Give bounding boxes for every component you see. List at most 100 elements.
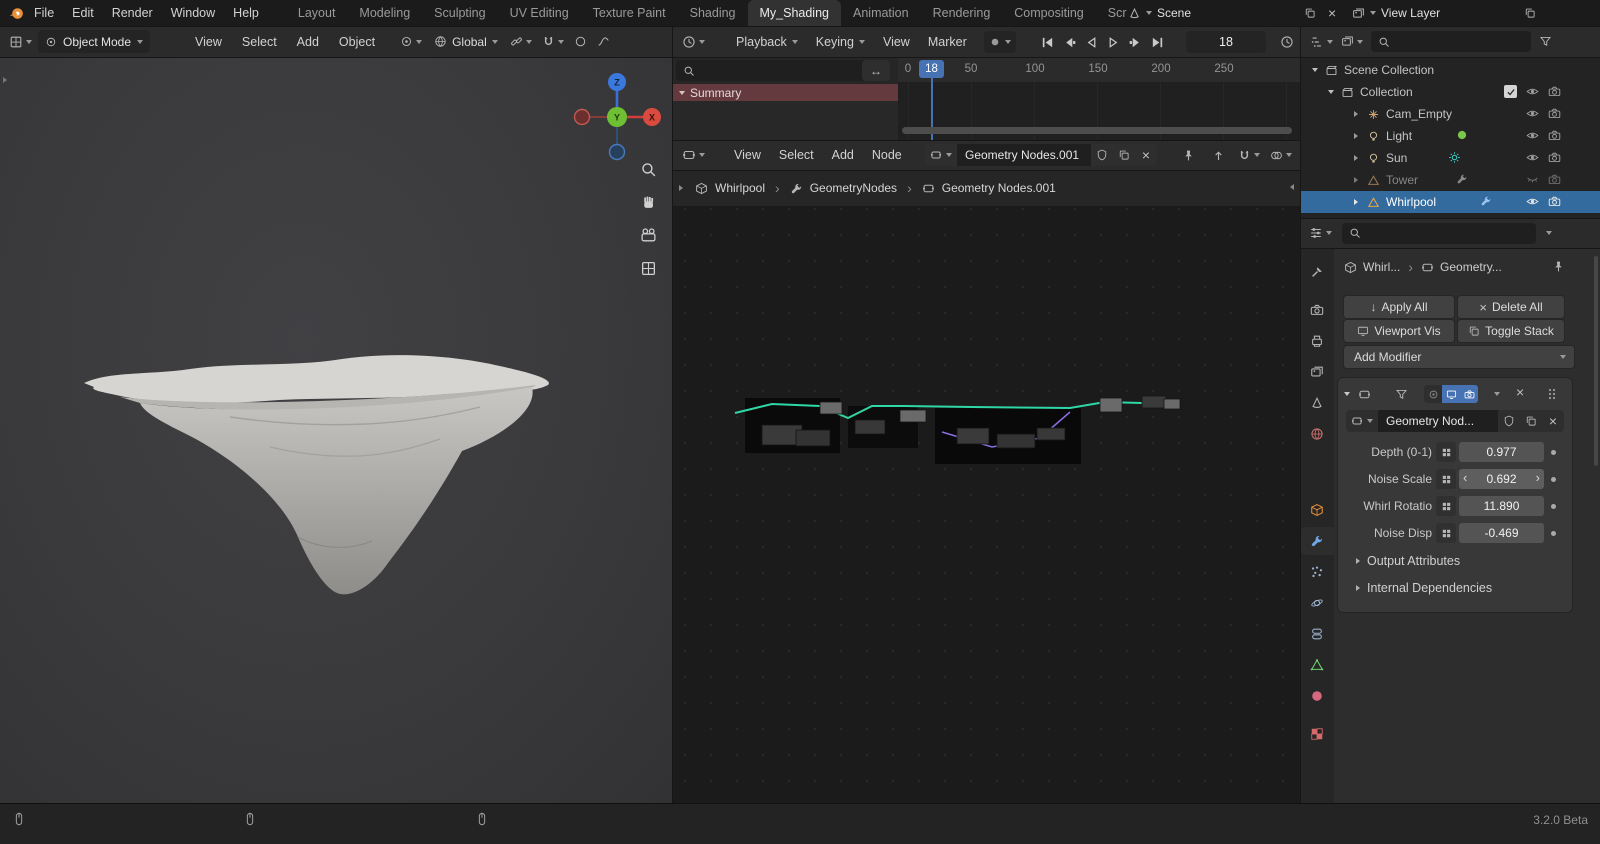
node-menu-add[interactable]: Add (823, 140, 863, 170)
orientation-dropdown[interactable]: Global (434, 35, 498, 49)
viewport-zoom-button[interactable] (640, 161, 657, 181)
viewport-ortho-button[interactable] (640, 260, 657, 280)
outliner-display-mode-button[interactable] (1337, 31, 1367, 53)
viewport-menu-add[interactable]: Add (288, 26, 328, 57)
attribute-toggle-button[interactable] (1436, 523, 1456, 543)
fake-user-button[interactable] (1091, 144, 1113, 166)
increment-arrow-icon[interactable]: › (1536, 470, 1540, 485)
panel-expand-icon[interactable] (1344, 392, 1350, 396)
jump-to-end-button[interactable] (1150, 35, 1165, 50)
noise-disp-value-slider[interactable]: -0.469 (1459, 523, 1544, 543)
pin-node-tree-button[interactable] (1178, 144, 1199, 166)
edit-mode-toggle[interactable] (1424, 385, 1442, 403)
realtime-toggle[interactable] (1442, 385, 1460, 403)
outliner-editor-type-button[interactable] (1306, 31, 1337, 53)
proportional-edit-button[interactable] (570, 31, 591, 53)
tab-tool[interactable] (1300, 258, 1334, 286)
mode-dropdown[interactable]: Object Mode (38, 30, 151, 53)
timeline-menu-playback[interactable]: Playback (727, 26, 807, 57)
tab-animation[interactable]: Animation (841, 0, 921, 26)
delete-all-button[interactable]: × Delete All (1458, 296, 1564, 318)
outliner-row-whirlpool[interactable]: Whirlpool (1300, 191, 1600, 213)
transform-pivot-button[interactable] (396, 31, 426, 53)
outliner-row-cam-empty[interactable]: Cam_Empty (1300, 103, 1600, 125)
noise-scale-value-slider[interactable]: ‹ 0.692 › (1459, 469, 1544, 489)
tab-output[interactable] (1300, 327, 1334, 355)
node-group-name-field[interactable]: Geometry Nod... (1378, 410, 1498, 432)
properties-options-icon[interactable] (1546, 231, 1552, 235)
attribute-toggle-button[interactable] (1436, 496, 1456, 516)
timeline-search-field[interactable] (676, 60, 872, 81)
timeline-ruler[interactable]: 0 50 100 150 200 250 18 (898, 57, 1300, 82)
jump-to-start-button[interactable] (1040, 35, 1055, 50)
view-layer-selector[interactable]: View Layer (1352, 2, 1440, 24)
blender-logo-icon[interactable] (8, 5, 25, 22)
properties-editor-type-button[interactable] (1305, 222, 1336, 244)
axis-gizmo[interactable]: Z X Y (560, 65, 670, 175)
menu-render[interactable]: Render (103, 0, 162, 26)
tab-compositing[interactable]: Compositing (1002, 0, 1095, 26)
node-tree-browse-button[interactable] (925, 144, 957, 166)
new-view-layer-button[interactable] (1520, 2, 1540, 24)
outliner-search-field[interactable] (1371, 31, 1531, 52)
tab-material[interactable] (1300, 682, 1334, 710)
pin-icon[interactable] (1552, 260, 1565, 273)
menu-window[interactable]: Window (162, 0, 224, 26)
outliner-filter-button[interactable] (1535, 31, 1556, 53)
viewport-pan-button[interactable] (640, 194, 657, 214)
outliner-row-scene-collection[interactable]: Scene Collection (1300, 59, 1600, 81)
animate-dot[interactable] (1551, 503, 1556, 509)
animate-dot[interactable] (1551, 530, 1556, 536)
node-canvas[interactable]: Whirlpool › GeometryNodes › Geometry Nod… (672, 170, 1300, 803)
render-camera-icon[interactable] (1548, 129, 1561, 142)
menu-file[interactable]: File (25, 0, 63, 26)
channel-list-area[interactable] (672, 101, 898, 140)
node-menu-view[interactable]: View (725, 140, 770, 170)
hide-eye-icon[interactable] (1526, 151, 1539, 164)
menu-edit[interactable]: Edit (63, 0, 103, 26)
next-keyframe-button[interactable] (1128, 35, 1143, 50)
tab-physics[interactable] (1300, 589, 1334, 617)
viewport-editor-type-button[interactable] (5, 31, 36, 53)
tab-rendering[interactable]: Rendering (921, 0, 1003, 26)
expand-icon[interactable] (1354, 177, 1358, 183)
node-menu-select[interactable]: Select (770, 140, 823, 170)
duplicate-data-button[interactable] (1113, 144, 1135, 166)
current-frame-badge[interactable]: 18 (919, 60, 944, 78)
tab-constraints[interactable] (1300, 620, 1334, 648)
hide-eye-icon[interactable] (1526, 85, 1539, 98)
tab-layout[interactable]: Layout (286, 0, 348, 26)
node-graph[interactable] (672, 170, 1300, 803)
proportional-falloff-button[interactable] (593, 31, 614, 53)
duplicate-data-button[interactable] (1520, 410, 1542, 432)
tab-render[interactable] (1300, 296, 1334, 324)
expand-icon[interactable] (1354, 199, 1358, 205)
timeline-editor-type-button[interactable] (678, 31, 709, 53)
attribute-toggle-button[interactable] (1436, 442, 1456, 462)
render-toggle[interactable] (1460, 385, 1478, 403)
tab-uv-editing[interactable]: UV Editing (498, 0, 581, 26)
decrement-arrow-icon[interactable]: ‹ (1463, 470, 1467, 485)
hide-eye-closed-icon[interactable] (1526, 173, 1539, 186)
go-to-parent-button[interactable] (1208, 144, 1229, 166)
node-snap-button[interactable] (1234, 144, 1264, 166)
extras-menu-icon[interactable] (1494, 392, 1500, 396)
new-scene-button[interactable] (1300, 2, 1320, 24)
node-group-browse-button[interactable] (1346, 410, 1378, 432)
timeline-menu-keying[interactable]: Keying (807, 26, 874, 57)
hide-eye-icon[interactable] (1526, 195, 1539, 208)
tab-view-layer[interactable] (1300, 358, 1334, 386)
tab-sculpting[interactable]: Sculpting (422, 0, 497, 26)
whirlpool-mesh[interactable] (80, 305, 580, 605)
outliner-row-light[interactable]: Light (1300, 125, 1600, 147)
tab-modeling[interactable]: Modeling (347, 0, 422, 26)
render-camera-icon[interactable] (1548, 151, 1561, 164)
node-overlay-button[interactable] (1266, 144, 1296, 166)
expand-icon[interactable] (1354, 133, 1358, 139)
section-internal-dependencies[interactable]: Internal Dependencies (1356, 581, 1492, 595)
exclude-checkbox[interactable] (1504, 85, 1517, 98)
fake-user-button[interactable] (1498, 410, 1520, 432)
render-camera-icon[interactable] (1548, 195, 1561, 208)
animate-dot[interactable] (1551, 476, 1556, 482)
tab-scene[interactable] (1300, 389, 1334, 417)
